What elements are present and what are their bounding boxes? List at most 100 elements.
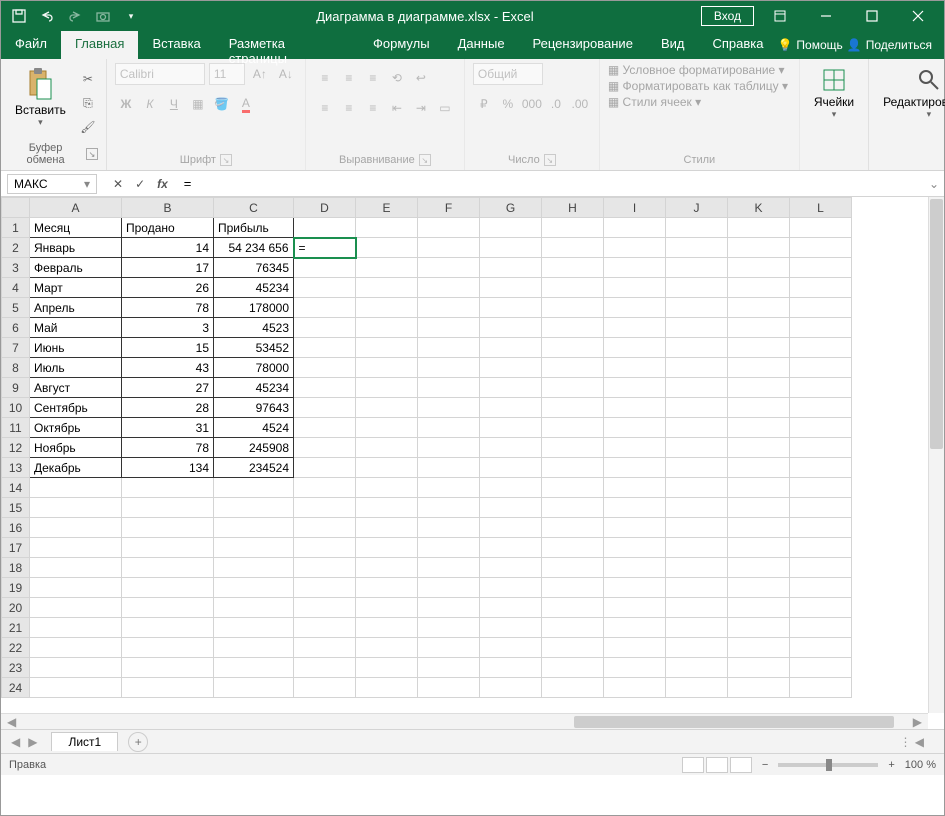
cell[interactable]	[542, 378, 604, 398]
cell[interactable]	[604, 538, 666, 558]
prev-sheet-icon[interactable]: ◀	[11, 735, 20, 749]
cell[interactable]	[604, 618, 666, 638]
cell[interactable]	[294, 598, 356, 618]
cell[interactable]: 45234	[214, 378, 294, 398]
cell[interactable]: =	[294, 238, 356, 258]
cell[interactable]	[480, 458, 542, 478]
page-layout-view-icon[interactable]	[706, 757, 728, 773]
cell[interactable]: Июнь	[30, 338, 122, 358]
cell[interactable]: Февраль	[30, 258, 122, 278]
cell[interactable]	[728, 318, 790, 338]
cell[interactable]	[480, 658, 542, 678]
cell[interactable]	[790, 338, 852, 358]
cell[interactable]: Апрель	[30, 298, 122, 318]
cell[interactable]: 17	[122, 258, 214, 278]
cell[interactable]: 45234	[214, 278, 294, 298]
cell[interactable]	[356, 618, 418, 638]
cell[interactable]	[418, 318, 480, 338]
cell[interactable]	[666, 678, 728, 698]
cell[interactable]: 53452	[214, 338, 294, 358]
page-break-view-icon[interactable]	[730, 757, 752, 773]
cell[interactable]	[30, 658, 122, 678]
font-size-select[interactable]	[209, 63, 245, 85]
cell[interactable]	[604, 658, 666, 678]
cell[interactable]	[122, 678, 214, 698]
cell[interactable]	[666, 518, 728, 538]
cell[interactable]	[294, 658, 356, 678]
zoom-out-icon[interactable]: −	[762, 759, 768, 771]
cell[interactable]	[790, 398, 852, 418]
cell[interactable]: 178000	[214, 298, 294, 318]
column-header[interactable]: L	[790, 198, 852, 218]
cut-icon[interactable]: ✂	[78, 69, 98, 89]
column-header[interactable]: C	[214, 198, 294, 218]
cell[interactable]	[790, 518, 852, 538]
chevron-down-icon[interactable]: ▾	[84, 177, 90, 191]
cell[interactable]	[418, 358, 480, 378]
cell[interactable]	[214, 518, 294, 538]
row-header[interactable]: 21	[2, 618, 30, 638]
cell[interactable]	[418, 378, 480, 398]
row-header[interactable]: 6	[2, 318, 30, 338]
cell[interactable]	[542, 498, 604, 518]
cell[interactable]: Март	[30, 278, 122, 298]
cell[interactable]	[418, 298, 480, 318]
cell[interactable]	[728, 658, 790, 678]
cell[interactable]	[666, 338, 728, 358]
decrease-decimal-icon[interactable]: .00	[569, 93, 591, 115]
cell[interactable]	[480, 298, 542, 318]
column-header[interactable]: B	[122, 198, 214, 218]
align-center-icon[interactable]: ≡	[338, 97, 360, 119]
dialog-launcher-icon[interactable]: ↘	[220, 154, 232, 166]
cell[interactable]	[604, 218, 666, 238]
cell[interactable]	[728, 378, 790, 398]
cell[interactable]	[666, 538, 728, 558]
cell[interactable]	[604, 238, 666, 258]
cell[interactable]: 27	[122, 378, 214, 398]
cell[interactable]	[790, 678, 852, 698]
cell[interactable]	[604, 598, 666, 618]
cell[interactable]	[604, 358, 666, 378]
cell-styles-button[interactable]: ▦ Стили ячеек ▾	[608, 95, 701, 109]
row-header[interactable]: 20	[2, 598, 30, 618]
cell[interactable]	[122, 498, 214, 518]
cell[interactable]	[666, 238, 728, 258]
cell[interactable]: 76345	[214, 258, 294, 278]
cell[interactable]	[294, 318, 356, 338]
cell[interactable]	[480, 438, 542, 458]
cell[interactable]	[604, 278, 666, 298]
tab-help[interactable]: Справка	[698, 31, 777, 59]
cell[interactable]	[356, 398, 418, 418]
cell[interactable]	[790, 618, 852, 638]
cell[interactable]	[790, 358, 852, 378]
cell[interactable]	[418, 558, 480, 578]
cell[interactable]	[542, 598, 604, 618]
cell[interactable]	[542, 518, 604, 538]
font-color-icon[interactable]: A	[235, 93, 257, 115]
cell[interactable]	[790, 578, 852, 598]
border-icon[interactable]: ▦	[187, 93, 209, 115]
scroll-right-icon[interactable]: ▶	[907, 715, 928, 729]
number-format-select[interactable]	[473, 63, 543, 85]
cell[interactable]	[294, 498, 356, 518]
row-header[interactable]: 9	[2, 378, 30, 398]
cell[interactable]	[728, 418, 790, 438]
cell[interactable]	[604, 338, 666, 358]
column-header[interactable]: G	[480, 198, 542, 218]
cell[interactable]	[30, 598, 122, 618]
signin-button[interactable]: Вход	[701, 6, 754, 26]
cell[interactable]	[542, 398, 604, 418]
cell[interactable]	[790, 598, 852, 618]
cell[interactable]: 3	[122, 318, 214, 338]
cell[interactable]: Май	[30, 318, 122, 338]
row-header[interactable]: 18	[2, 558, 30, 578]
row-header[interactable]: 3	[2, 258, 30, 278]
cell[interactable]	[356, 218, 418, 238]
cell[interactable]	[542, 238, 604, 258]
column-header[interactable]: D	[294, 198, 356, 218]
name-box[interactable]: МАКС▾	[7, 174, 97, 194]
cell[interactable]	[666, 498, 728, 518]
cell[interactable]	[790, 438, 852, 458]
column-header[interactable]: A	[30, 198, 122, 218]
cell[interactable]	[480, 678, 542, 698]
